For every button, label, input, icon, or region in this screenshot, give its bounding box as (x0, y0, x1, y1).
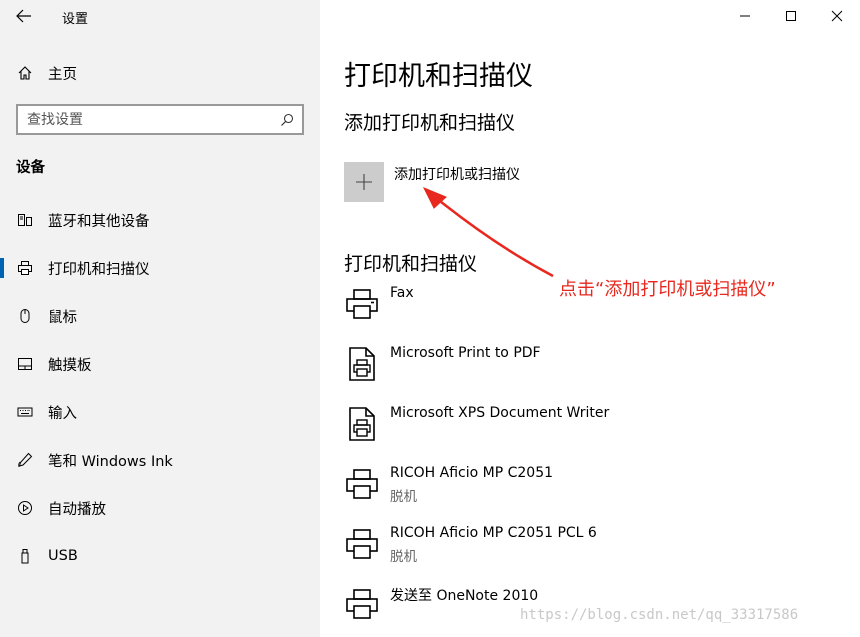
sidebar-item-autoplay[interactable]: 自动播放 (0, 484, 320, 532)
list-item[interactable]: Microsoft XPS Document Writer (344, 402, 844, 462)
sidebar-item-typing[interactable]: 输入 (0, 388, 320, 436)
printer-name: Fax (390, 285, 414, 301)
close-button[interactable] (814, 0, 860, 32)
mouse-icon (0, 301, 48, 331)
printer-icon (344, 524, 380, 564)
close-icon (831, 10, 843, 22)
sidebar-item-label: 蓝牙和其他设备 (48, 213, 150, 230)
usb-icon (0, 541, 48, 571)
list-item[interactable]: RICOH Aficio MP C2051 PCL 6 脱机 (344, 522, 844, 582)
sidebar-item-label: 输入 (48, 405, 77, 422)
add-printer-button[interactable] (344, 162, 384, 202)
pen-icon (0, 445, 48, 475)
watermark: https://blog.csdn.net/qq_33317586 (520, 607, 799, 623)
maximize-button[interactable] (768, 0, 814, 32)
back-arrow-icon (16, 9, 31, 23)
section-heading: 设备 (16, 160, 45, 176)
sidebar-item-printers[interactable]: 打印机和扫描仪 (0, 244, 320, 292)
search-icon[interactable] (278, 111, 296, 129)
sidebar-item-home[interactable]: 主页 (0, 58, 320, 88)
sidebar-item-pen[interactable]: 笔和 Windows Ink (0, 436, 320, 484)
search-input[interactable] (18, 111, 273, 128)
window-controls (722, 0, 860, 32)
sidebar-item-bluetooth[interactable]: 蓝牙和其他设备 (0, 196, 320, 244)
sidebar-nav: 蓝牙和其他设备 打印机和扫描仪 鼠标 触摸板 输入 笔和 Windows Ink… (0, 196, 320, 580)
sidebar: 设置 主页 设备 蓝牙和其他设备 (0, 0, 320, 637)
autoplay-icon (0, 493, 48, 523)
printer-name: RICOH Aficio MP C2051 (390, 465, 554, 481)
sidebar-item-label: USB (48, 548, 78, 564)
printer-name: Microsoft XPS Document Writer (390, 405, 610, 421)
sidebar-item-touchpad[interactable]: 触摸板 (0, 340, 320, 388)
fax-printer-icon (344, 284, 380, 324)
annotation-text: 点击“添加打印机或扫描仪” (559, 279, 776, 300)
document-printer-icon (344, 404, 380, 444)
titlebar-left: 设置 (0, 0, 320, 32)
app-title: 设置 (62, 12, 89, 27)
add-printer-label[interactable]: 添加打印机或扫描仪 (394, 164, 520, 184)
printer-name: 发送至 OneNote 2010 (390, 588, 539, 604)
search-box[interactable] (16, 104, 304, 135)
home-icon (0, 58, 48, 88)
add-section-heading: 添加打印机和扫描仪 (344, 112, 516, 134)
list-item[interactable]: Microsoft Print to PDF (344, 342, 844, 402)
page-title: 打印机和扫描仪 (344, 61, 533, 92)
main-content: 打印机和扫描仪 添加打印机和扫描仪 添加打印机或扫描仪 打印机和扫描仪 Fax (320, 0, 860, 637)
bluetooth-devices-icon (0, 205, 48, 235)
keyboard-icon (0, 397, 48, 427)
plus-icon (356, 174, 372, 190)
document-printer-icon (344, 344, 380, 384)
printer-list: Fax Microsoft Print to PDF Microsoft XPS… (344, 282, 844, 637)
sidebar-item-label: 主页 (48, 66, 77, 83)
printer-name: RICOH Aficio MP C2051 PCL 6 (390, 525, 597, 541)
minimize-icon (740, 15, 750, 17)
printer-status: 脱机 (390, 549, 417, 565)
sidebar-item-label: 自动播放 (48, 501, 106, 518)
back-button[interactable] (10, 4, 38, 28)
maximize-icon (786, 11, 796, 21)
printer-icon (344, 584, 380, 624)
minimize-button[interactable] (722, 0, 768, 32)
sidebar-item-label: 打印机和扫描仪 (48, 261, 150, 278)
sidebar-item-label: 笔和 Windows Ink (48, 453, 173, 470)
printers-section-heading: 打印机和扫描仪 (344, 253, 478, 275)
printer-icon (0, 253, 48, 283)
list-item[interactable]: RICOH Aficio MP C2051 脱机 (344, 462, 844, 522)
sidebar-item-mouse[interactable]: 鼠标 (0, 292, 320, 340)
sidebar-item-usb[interactable]: USB (0, 532, 320, 580)
printer-icon (344, 464, 380, 504)
touchpad-icon (0, 349, 48, 379)
sidebar-item-label: 触摸板 (48, 357, 92, 374)
printer-name: Microsoft Print to PDF (390, 345, 541, 361)
sidebar-item-label: 鼠标 (48, 309, 77, 326)
printer-status: 脱机 (390, 489, 417, 505)
